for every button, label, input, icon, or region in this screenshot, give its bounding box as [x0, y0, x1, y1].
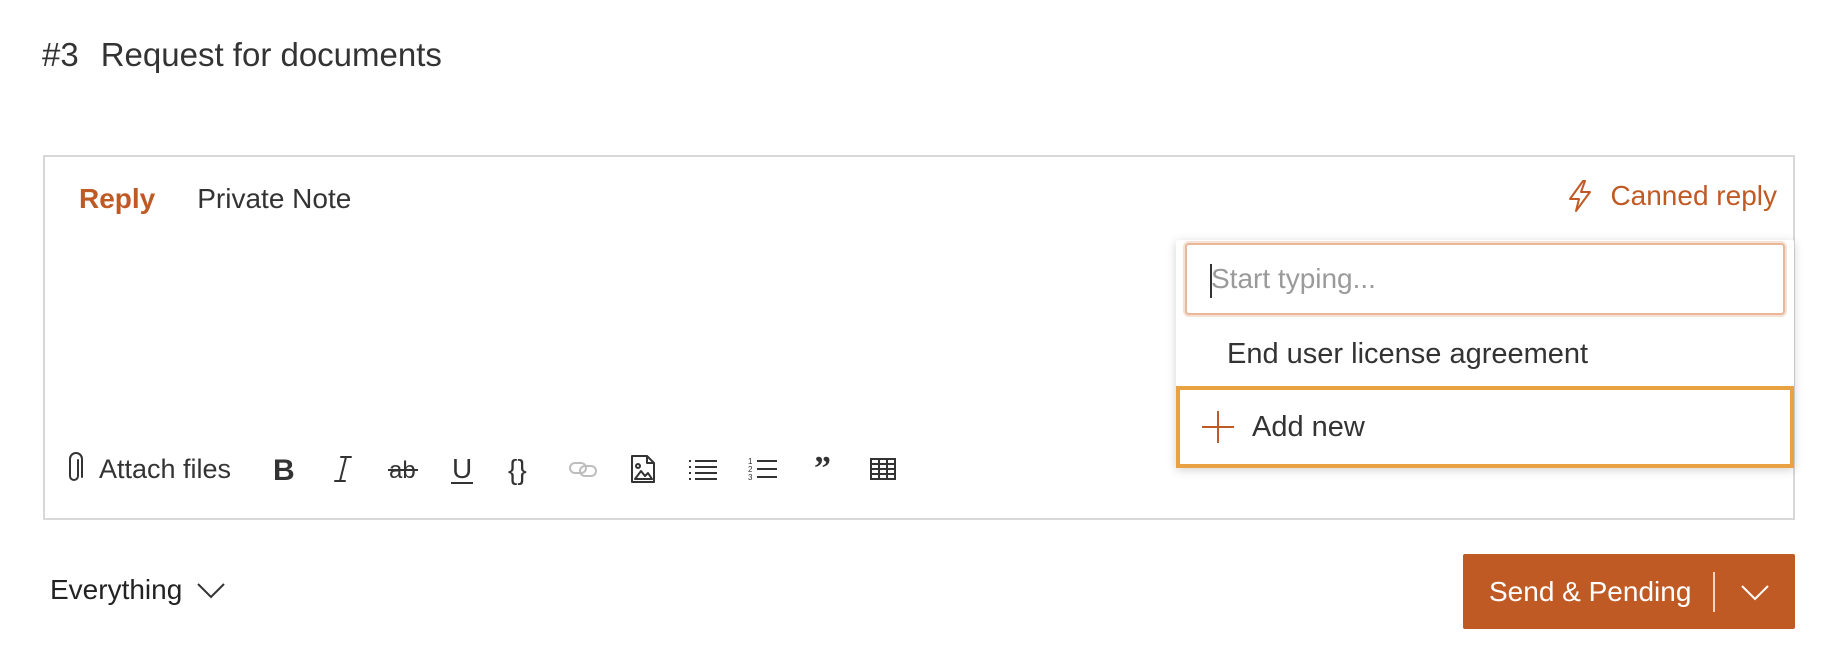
canned-reply-button[interactable]: Canned reply — [1566, 179, 1777, 213]
svg-text:{}: {} — [508, 454, 527, 485]
tab-private-note[interactable]: Private Note — [197, 183, 351, 215]
text-cursor — [1210, 264, 1212, 298]
plus-icon — [1202, 411, 1234, 443]
italic-button[interactable] — [313, 447, 373, 491]
editor-toolbar: Attach files B ab U {} 1 2 3 ” — [63, 447, 913, 491]
canned-reply-label: Canned reply — [1610, 180, 1777, 211]
quote-button[interactable]: ” — [793, 447, 853, 491]
link-icon — [569, 462, 598, 477]
chevron-down-icon — [1741, 584, 1769, 600]
canned-reply-dropdown: End user license agreement Add new — [1176, 240, 1794, 468]
ticket-number: #3 — [42, 36, 79, 73]
editor-tabs: Reply Private Note — [79, 183, 351, 215]
bold-icon: B — [273, 454, 295, 485]
bullet-list-button[interactable] — [673, 447, 733, 491]
underline-icon: U — [451, 453, 474, 484]
attach-files-button[interactable]: Attach files — [63, 452, 231, 486]
numbered-list-button[interactable]: 1 2 3 — [733, 447, 793, 491]
send-button-group: Send & Pending — [1463, 554, 1795, 629]
send-options-button[interactable] — [1715, 554, 1795, 629]
bold-button[interactable]: B — [253, 447, 313, 491]
svg-text:U: U — [452, 453, 472, 484]
add-new-label: Add new — [1252, 410, 1365, 443]
svg-text:”: ” — [814, 453, 831, 485]
canned-search-box — [1185, 243, 1785, 315]
underline-button[interactable]: U — [433, 447, 493, 491]
attach-files-label: Attach files — [99, 453, 232, 484]
tab-reply[interactable]: Reply — [79, 183, 155, 215]
strikethrough-icon: ab — [388, 457, 419, 484]
send-pending-button[interactable]: Send & Pending — [1463, 576, 1713, 608]
reply-footer: Everything Send & Pending — [0, 552, 1844, 632]
add-new-canned-reply-button[interactable]: Add new — [1176, 386, 1794, 468]
code-icon: {} — [508, 454, 527, 485]
paperclip-icon — [69, 452, 83, 481]
canned-search-input[interactable] — [1187, 245, 1783, 313]
bullet-list-icon — [689, 460, 718, 480]
table-icon — [870, 458, 897, 480]
ticket-title: Request for documents — [100, 36, 442, 73]
table-button[interactable] — [853, 447, 913, 491]
chevron-down-icon — [197, 583, 226, 599]
numbered-list-icon: 1 2 3 — [748, 457, 778, 482]
link-button[interactable] — [553, 447, 613, 491]
svg-text:3: 3 — [748, 473, 753, 482]
lightning-icon — [1569, 180, 1592, 212]
canned-reply-item[interactable]: End user license agreement — [1227, 338, 1588, 371]
image-icon — [631, 455, 656, 483]
ticket-header: #3 Request for documents — [42, 36, 442, 74]
svg-text:B: B — [273, 454, 295, 485]
visibility-filter-dropdown[interactable]: Everything — [50, 574, 226, 606]
image-button[interactable] — [613, 447, 673, 491]
code-button[interactable]: {} — [493, 447, 553, 491]
strikethrough-button[interactable]: ab — [373, 447, 433, 491]
quote-icon: ” — [814, 453, 831, 485]
filter-label: Everything — [50, 574, 183, 605]
italic-icon — [334, 456, 353, 482]
